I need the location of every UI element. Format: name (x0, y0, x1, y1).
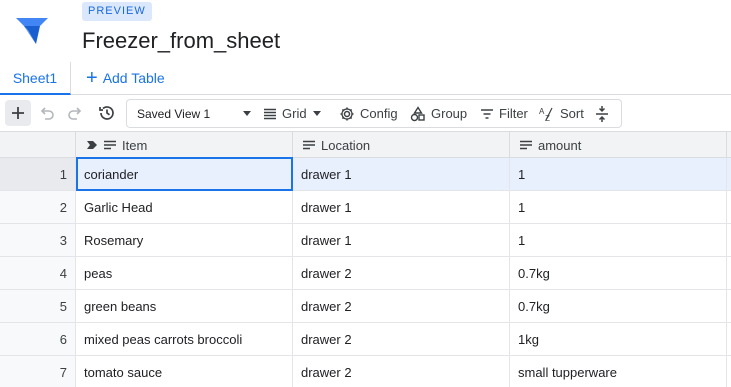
undo-icon (40, 107, 54, 120)
chevron-down-icon (243, 111, 251, 116)
sort-label: Sort (560, 106, 584, 121)
gear-icon (340, 107, 354, 120)
cell-location[interactable]: drawer 2 (293, 356, 510, 387)
text-field-icon (303, 140, 315, 150)
cell-location[interactable]: drawer 2 (293, 290, 510, 322)
column-header-location[interactable]: Location (293, 132, 510, 158)
column-header-amount[interactable]: amount (510, 132, 727, 158)
row-number-header (0, 132, 76, 158)
data-grid: Item Location amount 1 coriander drawer … (0, 131, 731, 387)
config-label: Config (360, 106, 398, 121)
text-field-icon (104, 140, 116, 150)
cell-location[interactable]: drawer 2 (293, 257, 510, 289)
cell-location[interactable]: drawer 1 (293, 158, 510, 190)
cell-item[interactable]: peas (76, 257, 293, 289)
row-number: 5 (0, 290, 76, 322)
row-number: 7 (0, 356, 76, 387)
page-title[interactable]: Freezer_from_sheet (82, 28, 280, 54)
row-number: 1 (0, 158, 76, 190)
row-number: 3 (0, 224, 76, 256)
plus-icon (12, 107, 24, 119)
add-table-button[interactable]: + Add Table (86, 62, 165, 93)
preview-badge: PREVIEW (82, 2, 152, 21)
grid-header: Item Location amount (0, 131, 731, 158)
history-icon (99, 106, 114, 120)
chevron-down-icon (312, 111, 321, 116)
redo-icon (68, 107, 82, 120)
column-label: Location (321, 137, 371, 153)
saved-view-select[interactable]: Saved View 1 (137, 100, 251, 127)
table-row[interactable]: 2 Garlic Head drawer 1 1 (0, 191, 731, 224)
history-button[interactable] (94, 100, 120, 126)
group-label: Group (431, 106, 468, 121)
key-column-icon (87, 141, 97, 149)
sort-button[interactable]: A Z Sort (539, 100, 584, 127)
undo-button[interactable] (34, 100, 60, 126)
row-number: 6 (0, 323, 76, 355)
table-row[interactable]: 4 peas drawer 2 0.7kg (0, 257, 731, 290)
row-number: 2 (0, 191, 76, 223)
group-button[interactable]: Group (410, 100, 467, 127)
cell-item[interactable]: mixed peas carrots broccoli (76, 323, 293, 355)
row-number: 4 (0, 257, 76, 289)
add-row-button[interactable] (5, 100, 31, 126)
cell-item[interactable]: tomato sauce (76, 356, 293, 387)
table-row[interactable]: 7 tomato sauce drawer 2 small tupperware (0, 356, 731, 387)
grid-label: Grid (282, 106, 307, 121)
grid-lines-icon (264, 108, 276, 119)
column-label: Item (122, 137, 148, 153)
filter-button[interactable]: Filter (480, 100, 528, 127)
cell-amount[interactable]: small tupperware (510, 356, 727, 387)
cell-amount[interactable]: 1kg (510, 323, 727, 355)
shapes-icon (410, 105, 425, 121)
cell-item[interactable]: coriander (76, 157, 293, 191)
cell-location[interactable]: drawer 2 (293, 323, 510, 355)
tab-sheet1[interactable]: Sheet1 (0, 62, 71, 95)
add-table-label: Add Table (102, 69, 165, 86)
cell-amount[interactable]: 0.7kg (510, 257, 727, 289)
table-row[interactable]: 3 Rosemary drawer 1 1 (0, 224, 731, 257)
cell-item[interactable]: Garlic Head (76, 191, 293, 223)
cell-location[interactable]: drawer 1 (293, 224, 510, 256)
cell-amount[interactable]: 1 (510, 158, 727, 190)
cell-amount[interactable]: 1 (510, 224, 727, 256)
cell-amount[interactable]: 0.7kg (510, 290, 727, 322)
plus-icon: + (86, 66, 98, 89)
saved-view-label: Saved View 1 (137, 106, 211, 121)
cell-item[interactable]: green beans (76, 290, 293, 322)
cell-location[interactable]: drawer 1 (293, 191, 510, 223)
table-row[interactable]: 6 mixed peas carrots broccoli drawer 2 1… (0, 323, 731, 356)
grid-rows: 1 coriander drawer 1 1 2 Garlic Head dra… (0, 157, 731, 387)
table-tabs: Sheet1 + Add Table (0, 62, 731, 95)
view-toolbar: Saved View 1 Grid Config Group Filter A … (126, 99, 622, 128)
text-field-icon (520, 140, 532, 150)
grid-view-button[interactable]: Grid (263, 100, 321, 127)
toolbar: Saved View 1 Grid Config Group Filter A … (0, 96, 731, 130)
config-button[interactable]: Config (339, 100, 398, 127)
cell-amount[interactable]: 1 (510, 191, 727, 223)
row-height-button[interactable] (595, 100, 614, 127)
table-row[interactable]: 5 green beans drawer 2 0.7kg (0, 290, 731, 323)
filter-icon (481, 108, 493, 119)
column-header-item[interactable]: Item (76, 132, 293, 158)
column-label: amount (538, 137, 582, 153)
cell-item[interactable]: Rosemary (76, 224, 293, 256)
redo-button[interactable] (62, 100, 88, 126)
filter-label: Filter (499, 106, 528, 121)
table-row[interactable]: 1 coriander drawer 1 1 (0, 157, 731, 191)
app-logo-icon (16, 18, 48, 44)
sort-az-icon: A Z (539, 107, 553, 122)
row-height-icon (596, 105, 608, 122)
